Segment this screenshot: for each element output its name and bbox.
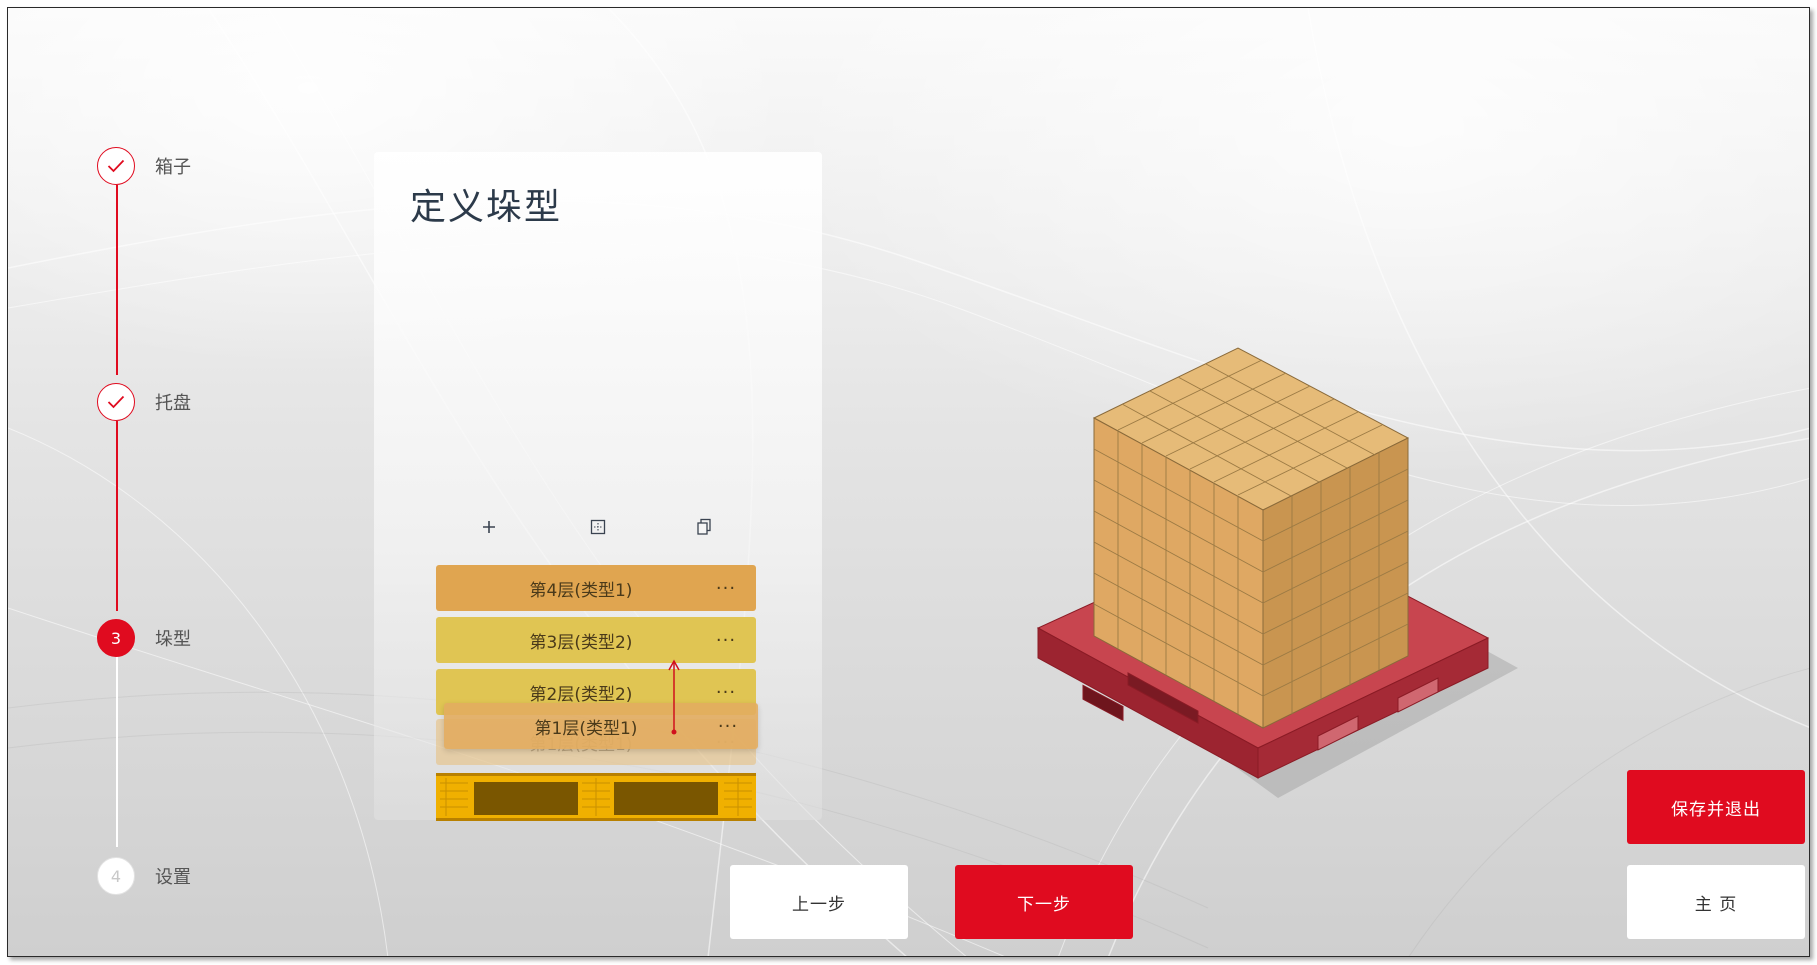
- more-icon[interactable]: ···: [696, 630, 756, 651]
- home-button[interactable]: 主 页: [1627, 865, 1805, 939]
- stepper-line-3: [116, 657, 118, 847]
- center-align-icon[interactable]: [583, 512, 613, 542]
- step-pallet[interactable]: 托盘: [97, 383, 191, 421]
- layer-item-4[interactable]: 第4层(类型1) ···: [436, 565, 756, 611]
- next-button[interactable]: 下一步: [955, 865, 1133, 939]
- background-curves: [8, 8, 1809, 956]
- copy-icon[interactable]: [689, 512, 719, 542]
- pattern-panel: 定义垛型 第4层(类型1) ··· 第3层(类型2) ··· 第2层(类型2): [374, 152, 822, 821]
- pallet-3d-preview: [1036, 347, 1518, 798]
- step-number: 4: [97, 857, 135, 895]
- check-icon: [97, 383, 135, 421]
- layer-label: 第2层(类型2): [529, 684, 633, 705]
- more-icon: ···: [717, 715, 739, 737]
- app-window: 箱子 托盘 3 垛型 4 设置 定义垛型 第4层(类型1) ··· 第3层(类型…: [7, 7, 1810, 957]
- step-settings[interactable]: 4 设置: [97, 857, 191, 895]
- check-icon: [97, 147, 135, 185]
- save-exit-button[interactable]: 保存并退出: [1627, 770, 1805, 844]
- layer-label: 第3层(类型2): [529, 632, 633, 653]
- step-label: 箱子: [155, 157, 191, 178]
- layer-label: 第1层(类型1): [534, 718, 638, 739]
- dragging-layer[interactable]: 第1层(类型1) ···: [444, 703, 758, 749]
- step-label: 垛型: [155, 629, 191, 650]
- step-box[interactable]: 箱子: [97, 147, 191, 185]
- stepper-line-1: [116, 185, 118, 375]
- panel-title: 定义垛型: [410, 187, 563, 228]
- prev-button[interactable]: 上一步: [730, 865, 908, 939]
- layer-label: 第4层(类型1): [529, 580, 633, 601]
- step-number: 3: [97, 619, 135, 657]
- layer-item-3[interactable]: 第3层(类型2) ···: [436, 617, 756, 663]
- stepper-line-2: [116, 421, 118, 611]
- pallet-base-icon: [436, 773, 756, 821]
- step-pattern[interactable]: 3 垛型: [97, 619, 191, 657]
- more-icon[interactable]: ···: [696, 578, 756, 599]
- plus-icon[interactable]: [474, 512, 504, 542]
- drag-arrow-icon: [668, 659, 680, 735]
- step-label: 设置: [155, 867, 191, 888]
- more-icon[interactable]: ···: [696, 682, 756, 703]
- step-label: 托盘: [155, 393, 191, 414]
